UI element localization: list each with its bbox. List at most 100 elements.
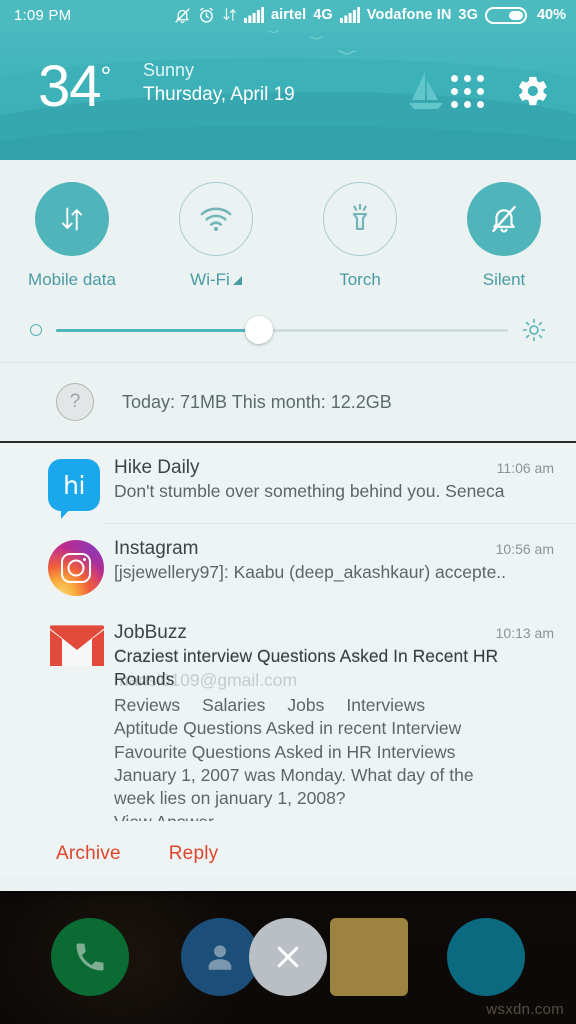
notification-app-name: Hike Daily — [114, 457, 200, 478]
nav-link-salaries[interactable]: Salaries — [202, 694, 265, 717]
data-transfer-icon — [222, 7, 237, 23]
wifi-label: Wi-Fi — [190, 270, 230, 289]
bell-muted-icon — [492, 205, 516, 233]
silent-button[interactable] — [467, 182, 541, 256]
archive-button[interactable]: Archive — [56, 843, 121, 865]
notification-nav-links: Reviews Salaries Jobs Interviews — [114, 694, 554, 717]
gmail-icon — [50, 625, 104, 666]
notification-shade: Mobile data Wi-Fi Torch Silent ? Today: … — [0, 160, 576, 891]
nav-link-jobs[interactable]: Jobs — [287, 694, 324, 717]
person-icon — [208, 945, 232, 970]
notification-content: Instagram 10:56 am [jsjewellery97]: Kaab… — [106, 538, 554, 596]
carrier-2-network: 3G — [458, 7, 478, 23]
bell-muted-icon — [174, 7, 191, 24]
instagram-camera-glyph — [61, 553, 91, 583]
wifi-button[interactable] — [179, 182, 253, 256]
gear-icon[interactable] — [516, 74, 550, 108]
brightness-thumb[interactable] — [245, 316, 274, 344]
notification-time: 10:13 am — [495, 625, 554, 641]
weather-temperature[interactable]: 34° — [38, 58, 112, 116]
dock-contacts-button[interactable] — [181, 918, 259, 996]
bird-icon — [268, 30, 279, 34]
notification-content: JobBuzz 10:13 am Craziest interview Ques… — [106, 622, 554, 821]
close-icon — [271, 940, 305, 974]
sailboat-icon — [409, 72, 443, 109]
notification-time: 11:06 am — [496, 460, 554, 476]
toggle-torch[interactable]: Torch — [288, 182, 432, 290]
notification-jobbuzz[interactable]: JobBuzz 10:13 am Craziest interview Ques… — [0, 608, 576, 825]
nav-link-reviews[interactable]: Reviews — [114, 694, 180, 717]
body-line: Favourite Questions Asked in HR Intervie… — [114, 741, 456, 762]
nav-link-interviews[interactable]: Interviews — [346, 694, 425, 717]
bird-icon — [338, 50, 356, 55]
notification-header: JobBuzz 10:13 am — [114, 622, 554, 644]
brightness-slider-row[interactable] — [0, 296, 576, 362]
notification-instagram[interactable]: Instagram 10:56 am [jsjewellery97]: Kaab… — [0, 524, 576, 608]
signal-bars-icon-2 — [339, 7, 360, 23]
alarm-icon — [198, 7, 215, 24]
bird-icon — [310, 36, 323, 40]
dock-messaging-button[interactable] — [447, 918, 525, 996]
notification-hike[interactable]: hi Hike Daily 11:06 am Don't stumble ove… — [0, 443, 576, 523]
notification-app-name: Instagram — [114, 538, 199, 559]
brightness-track[interactable] — [56, 316, 508, 344]
notification-message: Don't stumble over something behind you.… — [114, 481, 505, 501]
mobile-data-label: Mobile data — [28, 270, 116, 289]
notification-header: Instagram 10:56 am — [114, 538, 554, 560]
torch-button[interactable] — [323, 182, 397, 256]
carrier-1-name: airtel — [270, 7, 307, 23]
mobile-data-button[interactable] — [35, 182, 109, 256]
hike-icon-text: hi — [63, 470, 85, 500]
grid-apps-icon[interactable] — [451, 74, 484, 108]
notification-subject: Craziest interview Questions Asked In Re… — [114, 646, 499, 690]
brightness-fill — [56, 328, 260, 332]
carrier-1-network: 4G — [313, 7, 333, 23]
brightness-low-icon — [30, 324, 42, 336]
wave-decoration — [0, 126, 576, 160]
torch-icon — [352, 203, 368, 230]
carrier-2-name: Vodafone IN — [366, 7, 452, 23]
toggle-mobile-data[interactable]: Mobile data — [0, 182, 144, 290]
wifi-expand-triangle-icon[interactable] — [232, 276, 242, 285]
brightness-high-icon — [522, 318, 546, 342]
header-actions — [451, 74, 550, 108]
data-usage-row[interactable]: ? Today: 71MB This month: 12.2GB — [0, 363, 576, 441]
quick-settings-toggles: Mobile data Wi-Fi Torch Silent — [0, 160, 576, 296]
toggle-silent[interactable]: Silent — [432, 182, 576, 290]
silent-label: Silent — [482, 270, 526, 289]
watermark: wsxdn.com — [486, 1001, 564, 1018]
torch-label: Torch — [339, 270, 381, 289]
weather-meta: Sunny Thursday, April 19 — [143, 58, 295, 108]
battery-percent: 40% — [536, 7, 566, 23]
notification-app-name: JobBuzz — [114, 622, 187, 643]
weather-header[interactable]: 34° Sunny Thursday, April 19 — [0, 30, 576, 160]
dock-mail-button[interactable] — [330, 918, 408, 996]
notification-content: Hike Daily 11:06 am Don't stumble over s… — [106, 457, 554, 511]
toggle-label: Silent — [483, 270, 526, 290]
degree-symbol: ° — [100, 61, 112, 92]
notification-body: Reviews Salaries Jobs Interviews Aptitud… — [114, 694, 554, 820]
toggle-label: Mobile data — [28, 270, 116, 290]
instagram-icon — [48, 540, 104, 596]
app-icon-wrapper — [48, 538, 106, 596]
body-line: Aptitude Questions Asked in recent Inter… — [114, 718, 462, 739]
body-line-truncated: View Answer — [114, 811, 554, 821]
wifi-icon — [200, 207, 232, 232]
dock-phone-button[interactable] — [51, 918, 129, 996]
toggle-label: Wi-Fi — [190, 270, 242, 290]
reply-button[interactable]: Reply — [169, 843, 219, 865]
notification-actions: Archive Reply — [0, 825, 576, 875]
body-line: January 1, 2007 was Monday. What day of … — [114, 764, 474, 785]
notification-time: 10:56 am — [495, 541, 554, 557]
toggle-wifi[interactable]: Wi-Fi — [144, 182, 288, 290]
app-icon-wrapper: hi — [48, 457, 106, 519]
signal-bars-icon — [243, 7, 264, 23]
data-usage-text: Today: 71MB This month: 12.2GB — [122, 391, 392, 412]
battery-fill — [509, 10, 523, 20]
notification-message: [jsjewellery97]: Kaabu (deep_akashkaur) … — [114, 562, 507, 582]
hike-icon: hi — [48, 459, 100, 519]
dock-clear-all-button[interactable] — [249, 918, 327, 996]
weather-date: Thursday, April 19 — [143, 84, 295, 106]
temperature-value: 34 — [38, 54, 102, 119]
question-mark-icon[interactable]: ? — [56, 383, 94, 421]
